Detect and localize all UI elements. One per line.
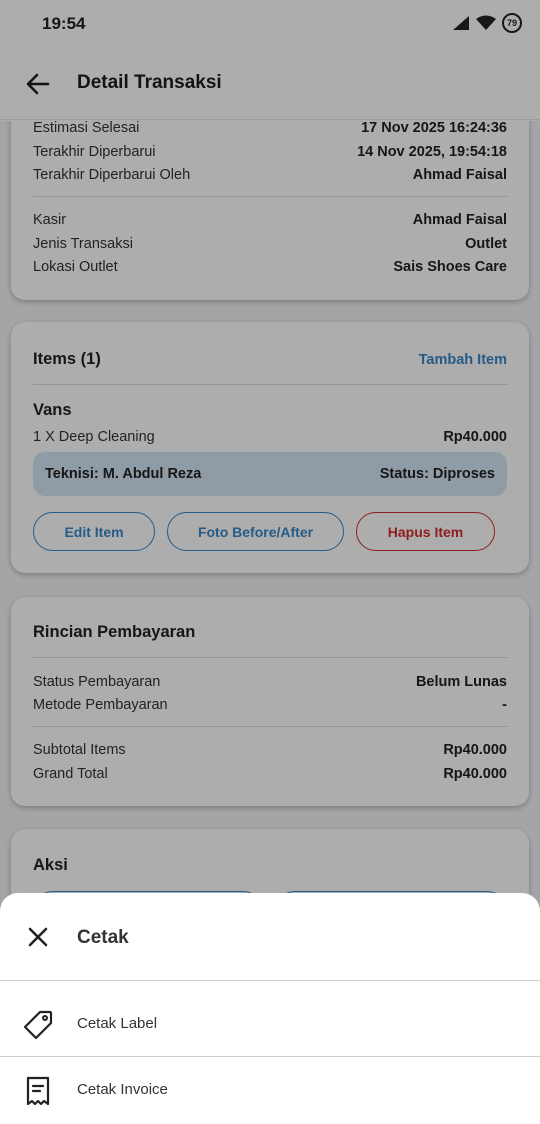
sheet-title: Cetak [77, 927, 129, 948]
close-icon[interactable] [24, 923, 52, 951]
divider [0, 980, 540, 981]
divider [0, 1056, 540, 1057]
print-invoice-text: Cetak Invoice [77, 1081, 168, 1098]
print-label-option[interactable]: Cetak Label [0, 993, 540, 1057]
receipt-icon [26, 1076, 50, 1106]
print-invoice-option[interactable]: Cetak Invoice [0, 1059, 540, 1123]
print-bottom-sheet: Cetak Cetak Label Cetak Invoice [0, 893, 540, 1124]
tag-icon [23, 1010, 53, 1040]
print-label-text: Cetak Label [77, 1015, 158, 1032]
